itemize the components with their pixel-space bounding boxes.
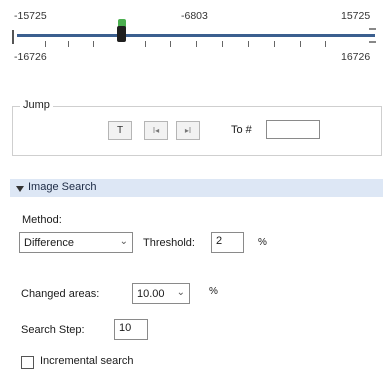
incremental-search-checkbox[interactable] <box>21 356 34 369</box>
threshold-label: Threshold: <box>143 237 195 249</box>
timeline-bottom-right-label: 16726 <box>341 51 371 63</box>
search-step-input[interactable]: 10 <box>114 319 148 340</box>
skip-forward-icon: ▸I <box>184 126 192 135</box>
method-label: Method: <box>22 214 62 226</box>
timeline-slider-thumb[interactable] <box>117 26 126 42</box>
timeline-top-center-label: -6803 <box>181 10 208 22</box>
timeline-tick <box>45 41 46 47</box>
jump-previous-button[interactable]: I◂ <box>144 121 168 140</box>
timeline-tick <box>93 41 94 47</box>
collapse-triangle-icon[interactable] <box>16 186 24 192</box>
changed-areas-select[interactable]: 10.00 ⌄ <box>132 283 190 304</box>
timeline-start-bracket <box>12 30 14 44</box>
timeline-tick <box>300 41 301 47</box>
timeline-tick <box>325 41 326 47</box>
timeline-slider-track[interactable] <box>17 34 375 37</box>
chevron-down-icon: ⌄ <box>119 236 128 247</box>
jump-to-input[interactable] <box>266 120 320 139</box>
timeline-tick <box>170 41 171 47</box>
jump-group-title: Jump <box>20 99 53 111</box>
timeline-tick <box>274 41 275 47</box>
jump-next-button[interactable]: ▸I <box>176 121 200 140</box>
timeline-tick <box>222 41 223 47</box>
timeline-tick <box>196 41 197 47</box>
timeline-end-mark <box>369 28 376 30</box>
timeline-tick <box>68 41 69 47</box>
timeline-top-left-label: -15725 <box>14 10 47 22</box>
jump-first-button[interactable]: T <box>108 121 132 140</box>
image-search-title: Image Search <box>28 181 97 193</box>
timeline-bottom-left-label: -16726 <box>14 51 47 63</box>
changed-areas-value: 10.00 <box>137 287 165 300</box>
timeline-tick <box>248 41 249 47</box>
jump-first-button-label: T <box>116 125 124 136</box>
chevron-down-icon: ⌄ <box>176 287 185 298</box>
changed-areas-label: Changed areas: <box>21 288 100 300</box>
method-select[interactable]: Difference ⌄ <box>19 232 133 253</box>
threshold-input[interactable]: 2 <box>211 232 244 253</box>
timeline-tick <box>145 41 146 47</box>
search-step-label: Search Step: <box>21 324 85 336</box>
incremental-search-label: Incremental search <box>40 355 134 367</box>
timeline-end-mark <box>369 41 376 43</box>
changed-areas-unit: % <box>209 286 218 297</box>
search-step-value: 10 <box>119 322 132 334</box>
method-select-value: Difference <box>24 236 74 249</box>
skip-back-icon: I◂ <box>152 126 160 135</box>
timeline-top-right-label: 15725 <box>341 10 371 22</box>
jump-to-label: To # <box>231 124 252 136</box>
threshold-unit: % <box>258 237 267 248</box>
threshold-value: 2 <box>216 235 223 247</box>
